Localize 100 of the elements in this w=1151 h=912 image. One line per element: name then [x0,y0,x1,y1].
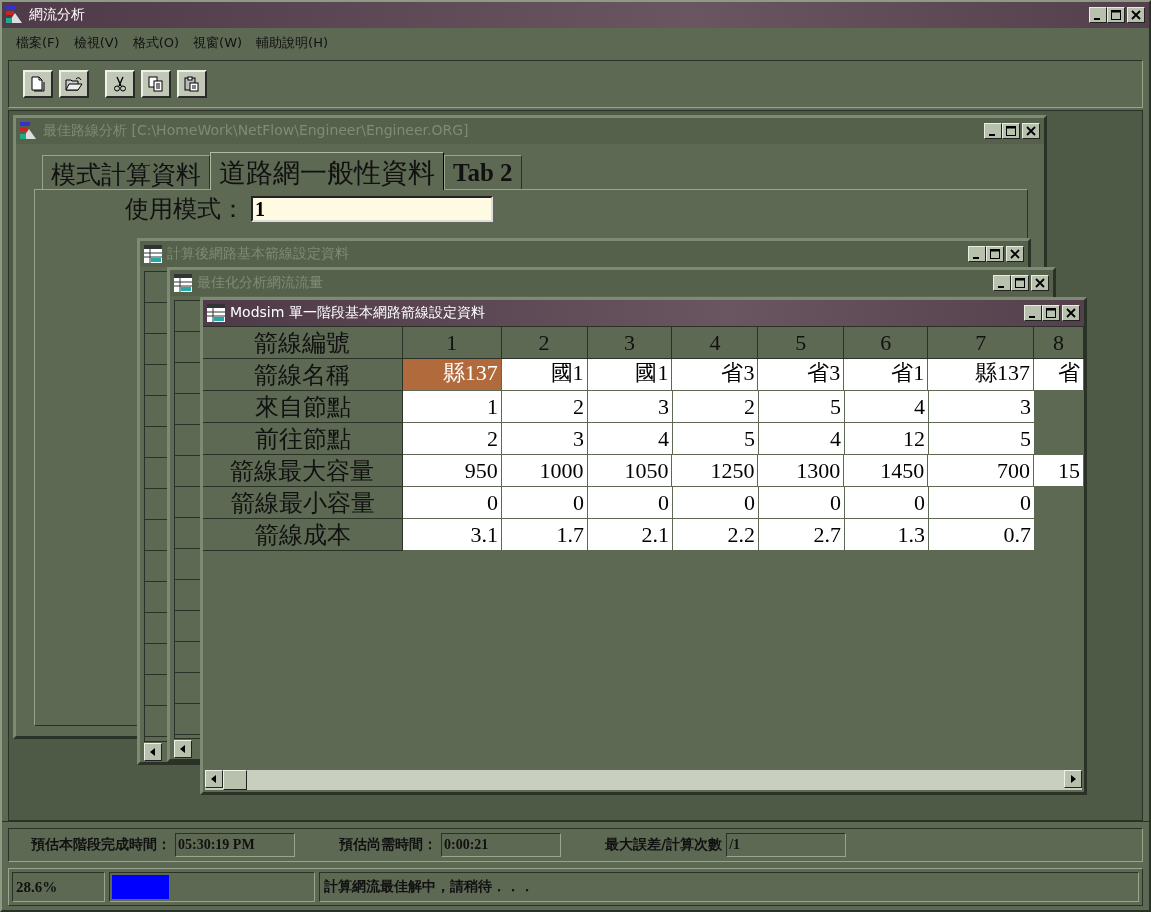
horizontal-scrollbar[interactable] [205,770,1082,790]
status-label: 預估尚需時間： [339,836,437,854]
column-header: 5 [758,327,845,359]
close-button[interactable] [1006,246,1024,262]
minimize-icon [1094,17,1100,20]
table-cell[interactable]: 5 [929,423,1035,455]
scroll-left-button[interactable] [144,743,162,761]
scroll-thumb[interactable] [223,770,247,790]
table-cell[interactable]: 2.7 [759,519,845,551]
input-field[interactable]: 1 [251,196,493,222]
maximize-icon [1046,308,1056,318]
app-icon [6,6,24,24]
scroll-left-button[interactable] [174,740,192,758]
grid-icon [207,304,225,322]
table-cell[interactable]: 15 [1034,455,1084,487]
table-cell[interactable]: 縣137 [928,359,1035,391]
table-cell[interactable]: 700 [928,455,1035,487]
minimize-icon [989,133,995,136]
maximize-button[interactable] [1002,123,1020,139]
close-icon [1131,10,1141,20]
minimize-button[interactable] [1024,305,1042,321]
toolbar-button[interactable] [59,70,89,98]
toolbar-button[interactable] [23,70,53,98]
table-cell[interactable]: 5 [759,391,845,423]
table-cell[interactable]: 5 [673,423,759,455]
table-cell[interactable]: 縣137 [402,359,502,391]
window-title: Modsim 單一階段基本網路箭線設定資料 [230,304,485,322]
table-cell[interactable]: 0 [403,487,502,519]
scroll-right-button[interactable] [1064,770,1082,788]
table-cell[interactable]: 0 [929,487,1035,519]
table-cell[interactable]: 0 [759,487,845,519]
column-header: 8 [1034,327,1084,359]
table-cell[interactable]: 950 [402,455,502,487]
table-cell[interactable]: 3 [588,391,673,423]
minimize-button[interactable] [1089,7,1107,23]
column-header: 2 [501,327,588,359]
scissors-icon [113,76,127,92]
maximize-button[interactable] [1042,305,1060,321]
table-cell[interactable]: 國1 [501,359,588,391]
table-cell[interactable]: 省3 [672,359,759,391]
left-arrow-icon [211,775,217,783]
table-cell[interactable]: 3 [929,391,1035,423]
folder-icon [65,76,83,92]
clipboard-icon [184,76,200,92]
close-button[interactable] [1031,275,1049,291]
scroll-left-button[interactable] [205,770,223,788]
maximize-icon [990,249,1000,259]
left-arrow-icon [180,745,186,753]
table-cell[interactable]: 省1 [844,359,929,391]
table-cell[interactable]: 2.2 [673,519,759,551]
maximize-button[interactable] [986,246,1004,262]
table-cell[interactable]: 2.1 [588,519,673,551]
table-cell[interactable]: 1.3 [845,519,929,551]
table-cell[interactable]: 12 [845,423,929,455]
row-header: 來自節點 [203,391,403,423]
close-button[interactable] [1127,7,1145,23]
table-cell[interactable]: 4 [845,391,929,423]
maximize-button[interactable] [1011,275,1029,291]
row-header: 箭線最大容量 [203,455,403,487]
table-cell[interactable]: 1.7 [502,519,588,551]
table-cell[interactable]: 3 [502,423,588,455]
table-cell[interactable]: 0 [588,487,673,519]
table-cell[interactable]: 1000 [501,455,588,487]
minimize-button[interactable] [993,275,1011,291]
table-cell[interactable]: 0 [673,487,759,519]
table-cell[interactable]: 3.1 [403,519,502,551]
table-cell[interactable]: 2 [403,423,502,455]
minimize-button[interactable] [968,246,986,262]
close-button[interactable] [1022,123,1040,139]
row-header: 箭線最小容量 [203,487,403,519]
close-button[interactable] [1062,305,1080,321]
table-cell[interactable]: 2 [502,391,588,423]
window-title: 網流分析 [29,6,85,24]
table-cell[interactable]: 1050 [587,455,673,487]
row-header: 箭線成本 [203,519,403,551]
row-header: 前往節點 [203,423,403,455]
table-cell[interactable]: 國1 [587,359,673,391]
toolbar-button[interactable] [105,70,135,98]
table-cell[interactable]: 1250 [672,455,759,487]
table-cell[interactable]: 0 [845,487,929,519]
toolbar-button[interactable] [177,70,207,98]
table-cell[interactable]: 0.7 [929,519,1035,551]
table-cell[interactable]: 2 [673,391,759,423]
status-field: 05:30:19 PM [175,833,295,857]
status-field: 0:00:21 [441,833,561,857]
table-cell[interactable]: 1450 [844,455,929,487]
toolbar-button[interactable] [141,70,171,98]
maximize-icon [1015,278,1025,288]
maximize-button[interactable] [1107,7,1125,23]
table-cell[interactable]: 4 [759,423,845,455]
field-label: 使用模式： [125,196,245,222]
left-arrow-icon [150,748,156,756]
table-cell[interactable]: 1300 [758,455,845,487]
minimize-icon [1029,315,1035,318]
minimize-button[interactable] [984,123,1002,139]
table-cell[interactable]: 4 [588,423,673,455]
table-cell[interactable]: 0 [502,487,588,519]
table-cell[interactable]: 省3 [758,359,845,391]
table-cell[interactable]: 省 [1034,359,1084,391]
table-cell[interactable]: 1 [403,391,502,423]
